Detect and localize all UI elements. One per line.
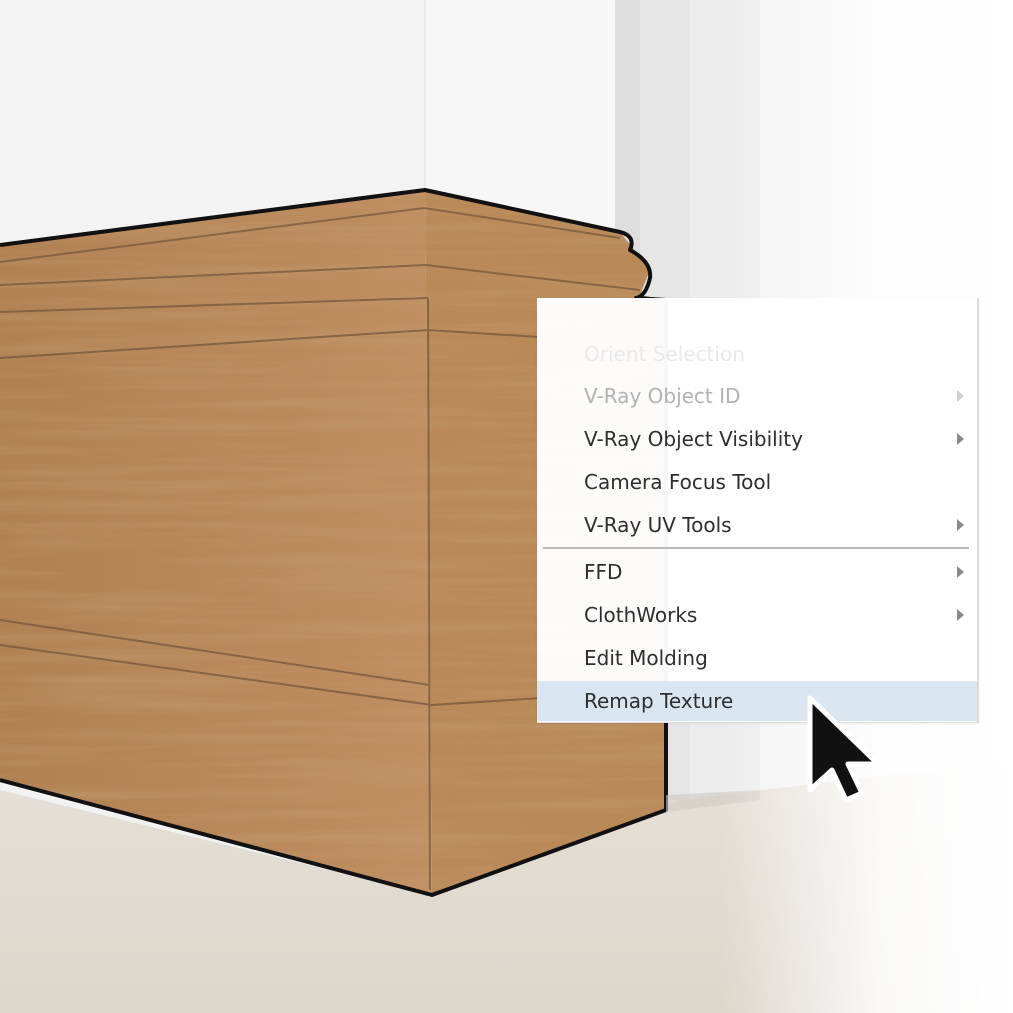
menu-item-vray-object-id: V-Ray Object ID	[537, 376, 977, 416]
menu-item-label: V-Ray Object Visibility	[584, 427, 803, 451]
menu-item-vray-uv-tools[interactable]: V-Ray UV Tools	[537, 505, 977, 545]
submenu-arrow-icon	[957, 390, 964, 402]
menu-item-label: FFD	[584, 560, 623, 584]
menu-item-label: Camera Focus Tool	[584, 470, 772, 494]
menu-separator	[543, 547, 969, 549]
menu-item-remap-texture[interactable]: Remap Texture	[537, 681, 977, 721]
menu-item-camera-focus-tool[interactable]: Camera Focus Tool	[537, 462, 977, 502]
context-menu: Orient Selection V-Ray Object ID V-Ray O…	[537, 298, 979, 723]
menu-item-vray-object-visibility[interactable]: V-Ray Object Visibility	[537, 419, 977, 459]
submenu-arrow-icon	[957, 609, 964, 621]
menu-item-label: V-Ray Object ID	[584, 384, 741, 408]
menu-item-edit-molding[interactable]: Edit Molding	[537, 638, 977, 678]
submenu-arrow-icon	[957, 519, 964, 531]
submenu-arrow-icon	[957, 566, 964, 578]
menu-item-label: V-Ray UV Tools	[584, 513, 732, 537]
menu-item-label: Orient Selection	[584, 342, 745, 366]
arrow-pointer-icon	[807, 695, 881, 803]
menu-item-label: ClothWorks	[584, 603, 698, 627]
menu-item-label: Remap Texture	[584, 689, 734, 713]
menu-item-ffd[interactable]: FFD	[537, 552, 977, 592]
menu-item-clothworks[interactable]: ClothWorks	[537, 595, 977, 635]
menu-item-orient-selection: Orient Selection	[537, 334, 977, 374]
menu-item-label: Edit Molding	[584, 646, 708, 670]
submenu-arrow-icon	[957, 433, 964, 445]
